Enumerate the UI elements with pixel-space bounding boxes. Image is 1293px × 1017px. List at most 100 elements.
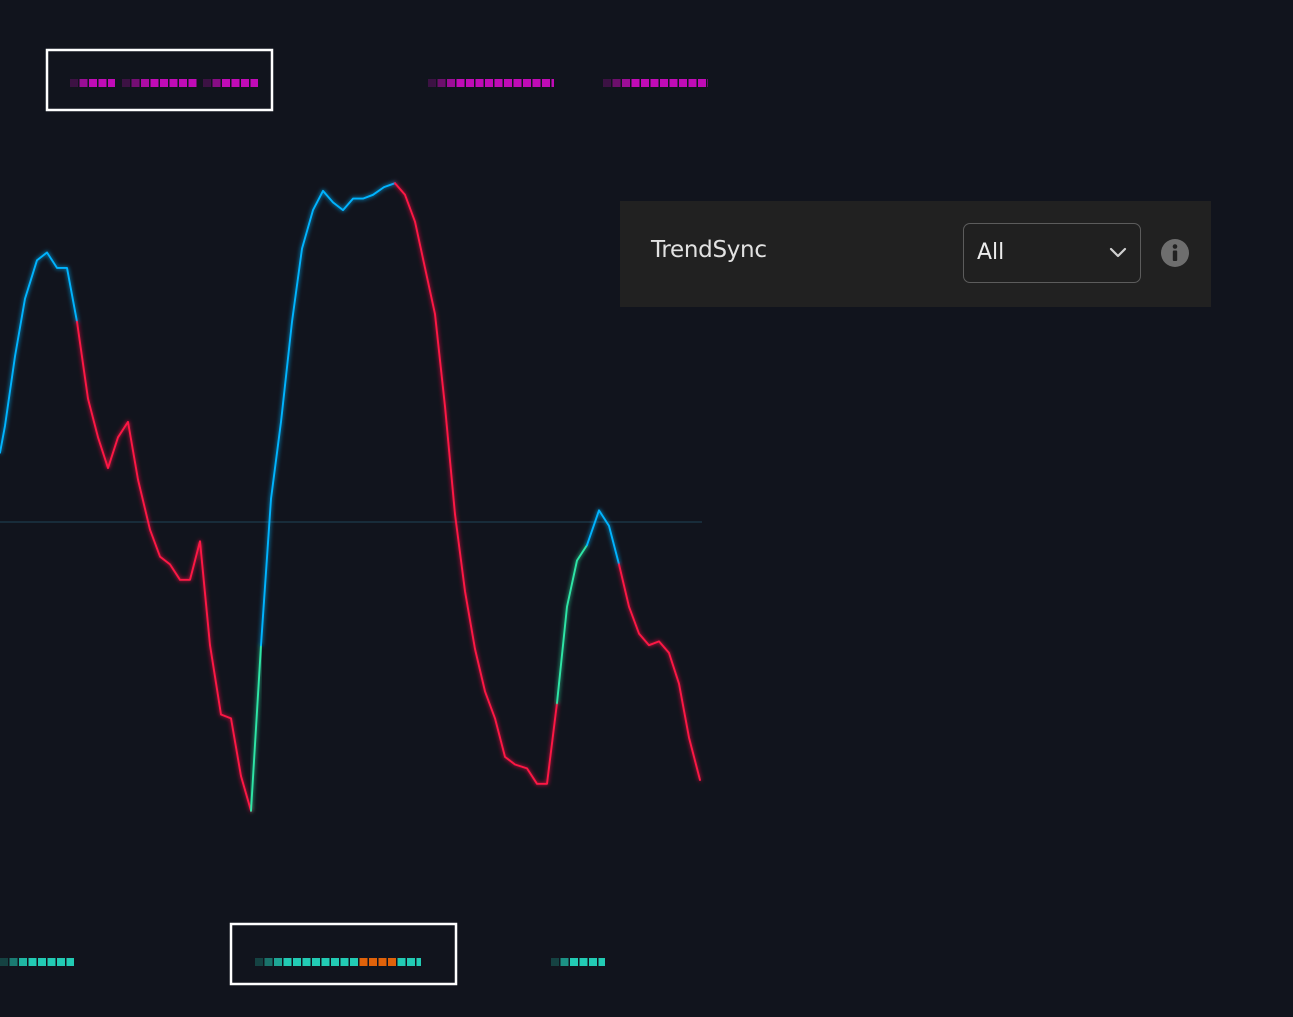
marker-tick [70,79,78,87]
chart-stage: TrendSync All [0,0,1293,1017]
series-line-bearish-7 [618,563,701,781]
top-marker-band-0 [70,79,115,87]
marker-tick [38,958,46,966]
marker-tick [598,958,605,966]
marker-tick [698,79,706,87]
marker-tick [378,958,387,966]
trendsync-select-value: All [977,240,1005,265]
marker-tick [359,958,368,966]
bottom-marker-band-0 [0,958,74,966]
marker-tick [475,79,484,87]
marker-tick [612,79,621,87]
marker-tick [169,79,178,87]
marker-tick [312,958,320,966]
marker-tick [397,958,406,966]
marker-tick [688,79,697,87]
series-layer [0,182,701,812]
marker-tick [108,79,115,87]
marker-tick [707,79,708,87]
marker-tick [66,958,74,966]
marker-tick [122,79,130,87]
highlight-box-layer [45,48,458,986]
marker-tick [302,958,311,966]
marker-tick [98,79,107,87]
marker-tick [264,958,273,966]
marker-tick [388,958,396,966]
marker-tick [321,958,330,966]
marker-tick [456,79,465,87]
trendsync-panel: TrendSync All [620,201,1211,307]
marker-tick [222,79,230,87]
bottom-marker-band-1 [255,958,421,966]
series-line-bullish-0 [0,251,78,454]
chevron-down-icon [1109,247,1127,258]
marker-tick [542,79,550,87]
trendsync-select[interactable]: All [963,223,1141,283]
marker-tick [650,79,659,87]
marker-tick [679,79,687,87]
marker-tick [274,958,282,966]
marker-tick [504,79,512,87]
marker-tick [447,79,455,87]
marker-tick [79,79,88,87]
marker-tick [19,958,27,966]
marker-tick [47,958,56,966]
marker-tick [570,958,578,966]
series-line-bearish-4 [394,182,558,785]
series-line-bullish-6 [586,509,620,566]
top-marker-band-2 [203,79,258,87]
marker-tick [641,79,649,87]
marker-tick [131,79,140,87]
marker-tick [551,958,559,966]
marker-tick [293,958,301,966]
series-line-reversal-up-5 [556,544,588,704]
marker-tick [513,79,522,87]
marker-tick [0,958,8,966]
marker-tick [9,958,18,966]
marker-tick [212,79,221,87]
marker-tick [669,79,678,87]
oscillator-chart [0,48,708,986]
top-marker-band-1 [122,79,197,87]
marker-tick [241,79,249,87]
marker-tick [622,79,630,87]
marker-tick [660,79,668,87]
series-line-bearish-1 [76,320,252,812]
marker-tick [589,958,597,966]
marker-tick [89,79,97,87]
marker-tick [603,79,611,87]
highlight-box-bottom [229,922,458,986]
marker-tick [203,79,211,87]
marker-tick [250,79,258,87]
marker-tick [560,958,569,966]
trendsync-label: TrendSync [651,237,767,263]
marker-tick [485,79,493,87]
marker-tick [466,79,474,87]
top-marker-band-4 [603,79,708,87]
marker-tick [532,79,541,87]
marker-tick [231,79,240,87]
bottom-marker-band-2 [551,958,605,966]
marker-tick [551,79,554,87]
marker-tick [150,79,159,87]
marker-tick [331,958,339,966]
marker-tick [160,79,168,87]
series-line-bullish-3 [260,182,396,647]
top-marker-band-3 [428,79,554,87]
marker-tick [255,958,263,966]
marker-tick [523,79,531,87]
marker-tick [141,79,149,87]
marker-tick [283,958,292,966]
marker-tick [428,79,436,87]
marker-tick [369,958,377,966]
series-line-reversal-up-2 [250,644,262,812]
marker-tick [407,958,415,966]
marker-tick [437,79,446,87]
marker-tick [631,79,640,87]
marker-tick [188,79,197,87]
marker-tick [494,79,503,87]
marker-tick [340,958,349,966]
marker-tick [416,958,421,966]
info-icon[interactable] [1160,238,1190,268]
marker-tick [579,958,588,966]
